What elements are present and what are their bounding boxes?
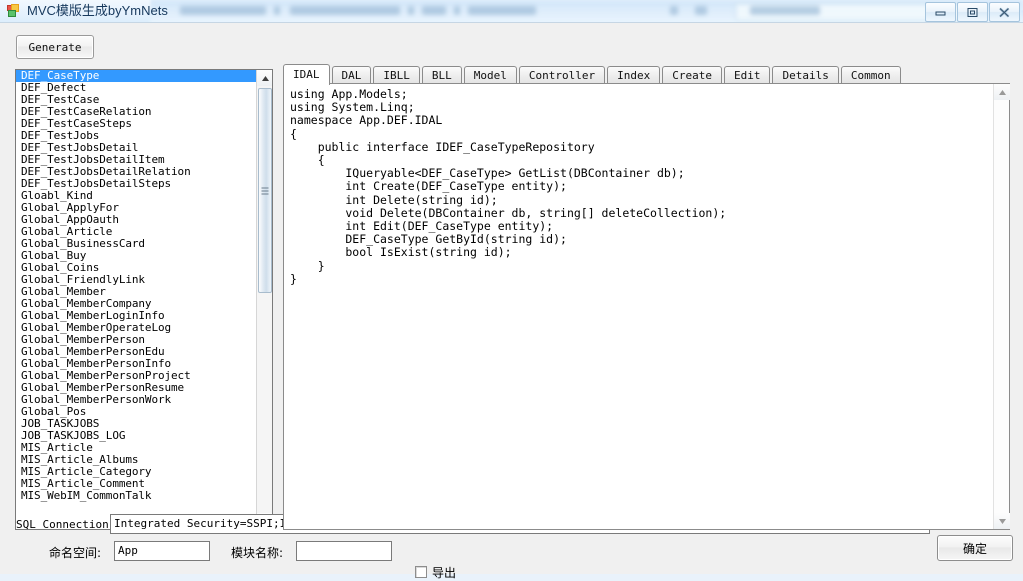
module-input[interactable] xyxy=(296,541,392,561)
export-checkbox[interactable] xyxy=(415,566,427,578)
minimize-icon[interactable] xyxy=(925,2,956,22)
list-item[interactable]: MIS_WebIM_CommonTalk xyxy=(16,490,256,502)
tab-create[interactable]: Create xyxy=(662,66,722,84)
table-list-scrollbar[interactable] xyxy=(256,70,272,529)
close-icon[interactable] xyxy=(989,2,1020,22)
code-scrollbar[interactable] xyxy=(993,84,1010,529)
sql-connection-label: SQL Connection: xyxy=(16,518,116,531)
title-bar: MVC模版生成byYmNets xyxy=(0,0,1023,22)
tab-details[interactable]: Details xyxy=(772,66,839,84)
tab-common[interactable]: Common xyxy=(840,66,901,84)
code-scroll-up-icon[interactable] xyxy=(994,84,1010,100)
tab-bll[interactable]: BLL xyxy=(421,66,462,84)
table-list[interactable]: DEF_CaseType DEF_Defect DEF_TestCase DEF_Te… xyxy=(15,69,273,530)
application-window: MVC模版生成byYmNets Generate DEF_CaseType DEF… xyxy=(0,0,1023,580)
namespace-input[interactable]: App xyxy=(114,541,210,561)
maximize-icon[interactable] xyxy=(957,2,988,22)
tab-model[interactable]: Model xyxy=(463,66,517,84)
table-list-items: DEF_CaseType DEF_Defect DEF_TestCase DEF_Te… xyxy=(16,70,256,502)
code-scroll-down-icon[interactable] xyxy=(994,513,1010,529)
tab-idal[interactable]: IDAL xyxy=(283,64,330,85)
module-label: 模块名称: xyxy=(231,546,284,560)
tab-edit[interactable]: Edit xyxy=(723,66,771,84)
tab-ibll[interactable]: IBLL xyxy=(373,66,420,84)
scroll-up-icon[interactable] xyxy=(257,70,272,86)
app-icon xyxy=(7,4,22,18)
code-tab-control: IDAL DAL IBLL BLL Model Controller Index Create… xyxy=(283,63,1010,530)
generate-button[interactable]: Generate xyxy=(16,35,94,59)
tab-strip: IDAL DAL IBLL BLL Model Controller Index Create… xyxy=(283,63,903,85)
tab-page-idal: using App.Models; using System.Linq; nam… xyxy=(283,83,1010,530)
client-area: Generate DEF_CaseType DEF_Defect DEF_TestC… xyxy=(0,22,1023,580)
export-label: 导出 xyxy=(432,565,457,580)
confirm-button[interactable]: 确定 xyxy=(937,535,1013,561)
scroll-grip-icon xyxy=(261,187,269,194)
tab-controller[interactable]: Controller xyxy=(518,66,606,84)
code-viewer[interactable]: using App.Models; using System.Linq; nam… xyxy=(290,88,991,527)
namespace-label: 命名空间: xyxy=(49,546,102,560)
export-checkbox-wrap[interactable]: 导出 xyxy=(415,564,456,580)
table-list-scroll-thumb[interactable] xyxy=(258,88,272,293)
tab-dal[interactable]: DAL xyxy=(331,66,372,84)
tab-index[interactable]: Index xyxy=(607,66,661,84)
window-title: MVC模版生成byYmNets xyxy=(27,3,168,18)
window-controls xyxy=(925,2,1020,22)
